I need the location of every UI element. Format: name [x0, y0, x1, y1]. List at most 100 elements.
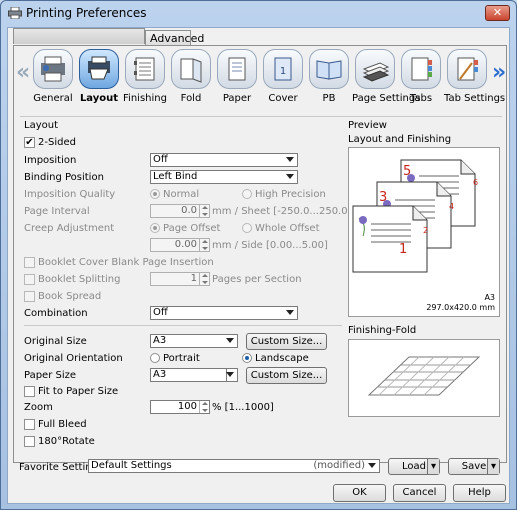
tab-blurred[interactable] — [13, 28, 145, 44]
paper-icon — [228, 57, 246, 81]
icon-label-finishing: Finishing — [123, 93, 167, 104]
ok-button[interactable]: OK — [333, 484, 386, 502]
two-sided-label: 2-Sided — [38, 137, 76, 148]
svg-text:1: 1 — [280, 66, 286, 77]
high-precision-radio[interactable] — [242, 189, 252, 199]
save-button[interactable]: Save ▾ — [448, 458, 500, 475]
fold-preview-graphic — [367, 356, 481, 396]
icon-label-general: General — [33, 93, 73, 104]
icon-layout[interactable]: Layout — [76, 49, 122, 104]
page-interval-unit: mm / Sheet [-250.0...250.0] — [212, 206, 352, 217]
scroll-left-icon[interactable]: « — [16, 60, 30, 85]
tabs-icon — [411, 57, 432, 81]
page-interval-label: Page Interval — [24, 206, 90, 217]
combination-select[interactable]: Off — [150, 306, 298, 320]
icon-tab-settings[interactable]: Tab Settings — [444, 49, 506, 104]
binding-position-label: Binding Position — [24, 172, 104, 183]
booklet-cover-label: Booklet Cover Blank Page Insertion — [38, 257, 214, 268]
tab-advanced[interactable]: Advanced — [145, 30, 204, 46]
icon-general[interactable]: General — [30, 49, 76, 104]
save-dropdown-icon[interactable]: ▾ — [487, 459, 499, 474]
normal-radio[interactable] — [150, 189, 160, 199]
icon-label-page-settings: Page Settings — [352, 93, 421, 104]
paper-custom-size-button[interactable]: Custom Size... — [246, 367, 327, 384]
finishing-icon — [134, 57, 155, 81]
whole-offset-radio[interactable] — [242, 223, 252, 233]
landscape-radio[interactable] — [242, 353, 252, 363]
page-number-4: 4 — [449, 202, 455, 211]
rotate-180-label: 180°Rotate — [38, 436, 95, 447]
booklet-splitting-input[interactable]: 1 — [150, 272, 210, 286]
favorite-setting-select[interactable]: Default Settings (modified) — [88, 459, 380, 473]
close-button[interactable]: ✕ — [485, 5, 510, 21]
icon-label-fold: Fold — [180, 93, 202, 104]
booklet-splitting-label: Booklet Splitting — [38, 274, 121, 285]
icon-label-paper: Paper — [222, 93, 252, 104]
page-offset-label: Page Offset — [163, 223, 221, 234]
binding-position-select[interactable]: Left Bind — [150, 170, 298, 184]
layout-panel: « General Layout Finishing Fold Paper 1 … — [13, 45, 507, 463]
layout-preview: 5 6 3 4 1 2 A3 297.0x420.0 mm — [348, 147, 500, 317]
creep-adjustment-unit: mm / Side [0.00...5.00] — [212, 240, 328, 251]
icon-finishing[interactable]: Finishing — [122, 49, 168, 104]
icon-bar-divider — [20, 116, 502, 117]
fold-preview — [348, 339, 500, 417]
help-button[interactable]: Help — [453, 484, 506, 502]
icon-fold[interactable]: Fold — [168, 49, 214, 104]
dialog-client: Advanced « General Layout Finishing Fold… — [7, 27, 510, 504]
layout-finishing-title: Layout and Finishing — [348, 134, 452, 145]
booklet-cover-checkbox[interactable] — [24, 257, 35, 268]
original-custom-size-button[interactable]: Custom Size... — [246, 333, 327, 350]
imposition-select[interactable]: Off — [150, 153, 298, 167]
fit-to-paper-checkbox[interactable] — [24, 386, 35, 397]
icon-paper[interactable]: Paper — [214, 49, 260, 104]
page-number-1: 1 — [399, 242, 408, 257]
creep-adjustment-input[interactable]: 0.00 — [150, 238, 210, 252]
combination-label: Combination — [24, 308, 88, 319]
icon-label-cover: Cover — [268, 93, 298, 104]
paper-size-label: Paper Size — [24, 370, 77, 381]
landscape-label: Landscape — [255, 353, 309, 364]
whole-offset-label: Whole Offset — [255, 223, 320, 234]
layout-icon — [88, 56, 110, 80]
booklet-splitting-unit: Pages per Section — [212, 274, 302, 285]
creep-adjustment-label: Creep Adjustment — [24, 223, 115, 234]
booklet-splitting-checkbox[interactable] — [24, 274, 35, 285]
page-interval-input[interactable]: 0.0 — [150, 204, 210, 218]
cancel-button[interactable]: Cancel — [393, 484, 446, 502]
full-bleed-label: Full Bleed — [38, 419, 87, 430]
general-icon — [41, 56, 65, 82]
scroll-right-icon[interactable]: » — [492, 60, 506, 85]
imposition-label: Imposition — [24, 155, 77, 166]
fit-to-paper-label: Fit to Paper Size — [38, 386, 119, 397]
layout-section-title: Layout — [24, 120, 58, 131]
original-size-select[interactable]: A3 — [150, 334, 238, 348]
page-number-5: 5 — [403, 164, 412, 179]
normal-radio-label: Normal — [163, 189, 200, 200]
icon-pb[interactable]: PB — [306, 49, 352, 104]
fold-icon — [180, 58, 202, 83]
icon-label-tab-settings: Tab Settings — [444, 93, 506, 104]
paper-size-select[interactable]: A3 — [150, 368, 238, 382]
page-number-6: 6 — [473, 178, 479, 187]
icon-label-layout: Layout — [79, 93, 119, 104]
rotate-180-checkbox[interactable] — [24, 436, 35, 447]
preview-section-title: Preview — [348, 120, 387, 131]
icon-cover[interactable]: 1 Cover — [260, 49, 306, 104]
icon-label-pb: PB — [322, 93, 336, 104]
book-spread-checkbox[interactable] — [24, 291, 35, 302]
portrait-radio[interactable] — [150, 353, 160, 363]
pb-icon — [316, 60, 342, 80]
zoom-label: Zoom — [24, 402, 53, 413]
title-bar[interactable]: Printing Preferences ✕ — [1, 1, 516, 25]
load-button[interactable]: Load ▾ — [388, 458, 440, 475]
full-bleed-checkbox[interactable] — [24, 419, 35, 430]
icon-tabs[interactable]: Tabs — [398, 49, 444, 104]
two-sided-checkbox[interactable]: ✔ — [24, 137, 35, 148]
icon-page-settings[interactable]: Page Settings — [352, 49, 421, 104]
portrait-label: Portrait — [163, 353, 200, 364]
zoom-input[interactable]: 100 — [150, 400, 210, 414]
imposition-quality-label: Imposition Quality — [24, 189, 116, 200]
load-dropdown-icon[interactable]: ▾ — [427, 459, 439, 474]
page-offset-radio[interactable] — [150, 223, 160, 233]
